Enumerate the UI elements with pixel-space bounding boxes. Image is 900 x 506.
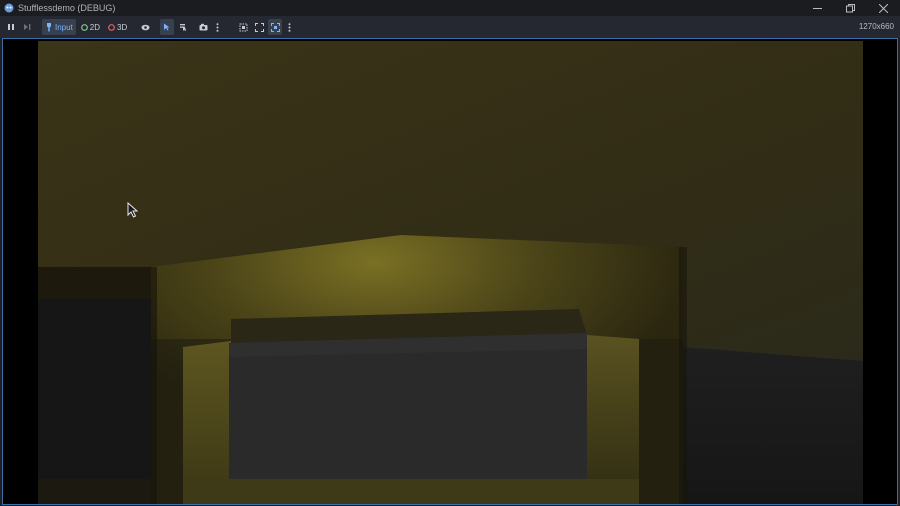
pause-icon: [8, 24, 14, 30]
input-label: Input: [55, 22, 73, 32]
mouse-cursor-icon: [127, 202, 139, 218]
game-viewport[interactable]: [2, 38, 898, 505]
close-icon: [879, 3, 888, 13]
mode-2d-button[interactable]: 2D: [78, 19, 103, 35]
window-titlebar: Stufflessdemo (DEBUG): [0, 0, 900, 16]
kebab-menu-icon: [216, 22, 219, 32]
list-select-icon: [180, 24, 187, 31]
next-frame-icon: [24, 24, 31, 30]
mode-2d-dot-icon: [80, 23, 88, 31]
camera-icon: [199, 23, 208, 31]
eye-icon: [141, 24, 150, 30]
input-icon: [47, 22, 51, 31]
restore-icon: [846, 3, 855, 12]
restore-button[interactable]: [834, 0, 867, 16]
mode-3d-dot-icon: [108, 23, 115, 31]
mode-3d-button[interactable]: 3D: [105, 19, 130, 35]
list-select-button[interactable]: [176, 19, 190, 35]
minimize-icon: [813, 7, 822, 9]
resolution-readout: 1270x660: [858, 22, 894, 31]
game-toolbar: Input 2D 3D 1270x660: [0, 16, 900, 38]
keep-aspect-button[interactable]: [252, 19, 266, 35]
kebab-menu-icon: [288, 22, 291, 32]
pause-button[interactable]: [4, 19, 18, 35]
keep-aspect-icon: [254, 22, 264, 32]
godot-icon: [4, 3, 14, 13]
window-title: Stufflessdemo (DEBUG): [18, 3, 116, 13]
mode-3d-label: 3D: [117, 22, 128, 32]
select-mode-button[interactable]: [160, 19, 175, 35]
fixed-size-icon: [239, 23, 248, 31]
fixed-size-button[interactable]: [236, 19, 250, 35]
camera-menu-button[interactable]: [212, 19, 222, 35]
close-button[interactable]: [867, 0, 900, 16]
next-frame-button[interactable]: [20, 19, 34, 35]
visibility-button[interactable]: [138, 19, 152, 35]
embed-menu-button[interactable]: [284, 19, 294, 35]
stretch-button[interactable]: [268, 19, 283, 35]
camera-override-button[interactable]: [196, 19, 210, 35]
game-scene: [3, 39, 897, 504]
input-toggle-button[interactable]: Input: [42, 19, 76, 35]
select-arrow-icon: [164, 23, 170, 31]
stretch-icon: [270, 22, 280, 32]
minimize-button[interactable]: [801, 0, 834, 16]
mode-2d-label: 2D: [89, 22, 101, 32]
